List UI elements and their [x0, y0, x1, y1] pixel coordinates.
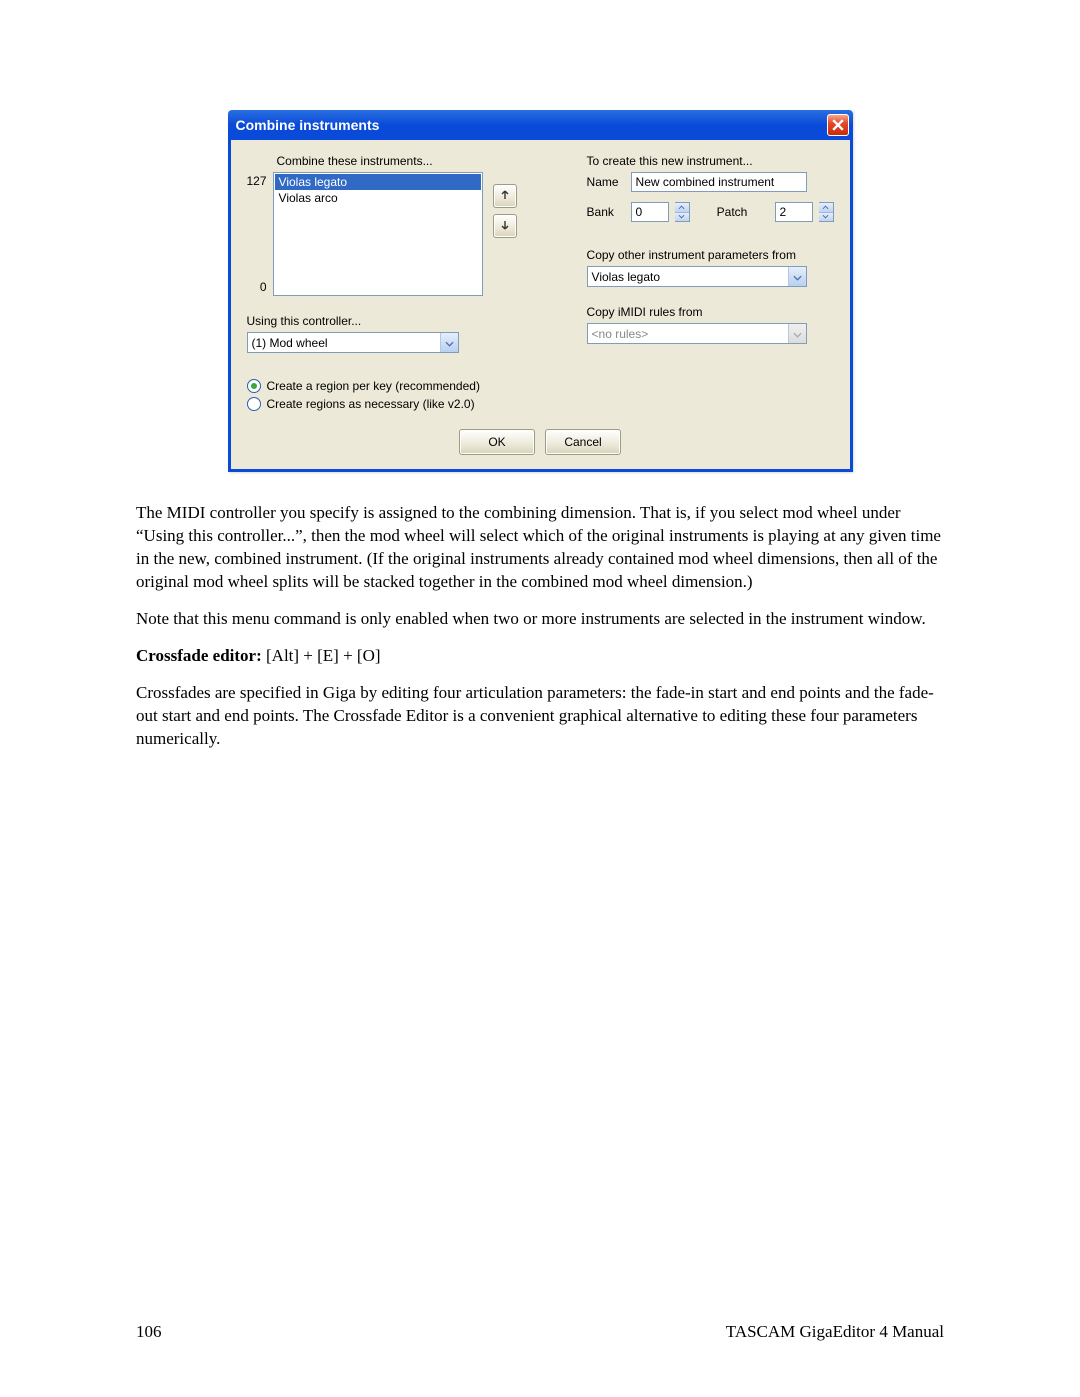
spin-down-icon[interactable] [675, 212, 689, 222]
copy-params-value: Violas legato [588, 270, 788, 284]
page-footer: 106 TASCAM GigaEditor 4 Manual [136, 1322, 944, 1342]
move-up-button[interactable] [493, 184, 517, 208]
controller-value: (1) Mod wheel [248, 336, 440, 350]
patch-label: Patch [696, 205, 769, 219]
spin-up-icon[interactable] [675, 203, 689, 212]
dialog-body: Combine these instruments... 127 0 Viola… [228, 140, 853, 472]
range-top: 127 [247, 174, 267, 188]
dialog-title-text: Combine instruments [236, 117, 380, 133]
name-input[interactable] [631, 172, 807, 192]
copy-imidi-value: <no rules> [588, 327, 788, 341]
to-create-label: To create this new instrument... [587, 154, 834, 168]
patch-input[interactable] [775, 202, 813, 222]
close-icon [832, 119, 844, 131]
move-down-button[interactable] [493, 214, 517, 238]
dropdown-button[interactable] [788, 324, 806, 343]
name-label: Name [587, 175, 625, 189]
chevron-down-icon [793, 270, 802, 284]
spin-up-icon[interactable] [819, 203, 833, 212]
radio-label: Create regions as necessary (like v2.0) [267, 397, 475, 411]
bank-spinner[interactable] [675, 202, 690, 222]
arrow-down-icon [499, 219, 511, 234]
controller-dropdown[interactable]: (1) Mod wheel [247, 332, 459, 353]
radio-regions-as-necessary[interactable]: Create regions as necessary (like v2.0) [247, 397, 517, 411]
dropdown-button[interactable] [440, 333, 458, 352]
dropdown-button[interactable] [788, 267, 806, 286]
range-bottom: 0 [247, 280, 267, 294]
combine-these-label: Combine these instruments... [277, 154, 517, 168]
ok-button[interactable]: OK [459, 429, 535, 455]
copy-imidi-dropdown[interactable]: <no rules> [587, 323, 807, 344]
bank-label: Bank [587, 205, 625, 219]
document-body: The MIDI controller you specify is assig… [136, 502, 944, 750]
page-number: 106 [136, 1322, 162, 1342]
copy-imidi-label: Copy iMIDI rules from [587, 305, 834, 319]
radio-icon [247, 379, 261, 393]
copy-params-label: Copy other instrument parameters from [587, 248, 834, 262]
spin-down-icon[interactable] [819, 212, 833, 222]
close-button[interactable] [827, 114, 849, 136]
copy-params-dropdown[interactable]: Violas legato [587, 266, 807, 287]
dialog-titlebar: Combine instruments [228, 110, 853, 140]
list-item[interactable]: Violas arco [275, 190, 481, 206]
arrow-up-icon [499, 189, 511, 204]
chevron-down-icon [793, 327, 802, 341]
paragraph: The MIDI controller you specify is assig… [136, 502, 944, 594]
patch-spinner[interactable] [819, 202, 834, 222]
radio-region-per-key[interactable]: Create a region per key (recommended) [247, 379, 517, 393]
crossfade-heading: Crossfade editor: [Alt] + [E] + [O] [136, 645, 944, 668]
using-controller-label: Using this controller... [247, 314, 517, 328]
paragraph: Note that this menu command is only enab… [136, 608, 944, 631]
paragraph: Crossfades are specified in Giga by edit… [136, 682, 944, 751]
velocity-range-labels: 127 0 [247, 172, 267, 296]
instrument-listbox[interactable]: Violas legato Violas arco [273, 172, 483, 296]
radio-icon [247, 397, 261, 411]
combine-instruments-dialog: Combine instruments Combine these instru… [228, 110, 853, 472]
bank-input[interactable] [631, 202, 669, 222]
cancel-button[interactable]: Cancel [545, 429, 621, 455]
chevron-down-icon [445, 336, 454, 350]
manual-title: TASCAM GigaEditor 4 Manual [726, 1322, 944, 1342]
radio-label: Create a region per key (recommended) [267, 379, 480, 393]
list-item[interactable]: Violas legato [275, 174, 481, 190]
